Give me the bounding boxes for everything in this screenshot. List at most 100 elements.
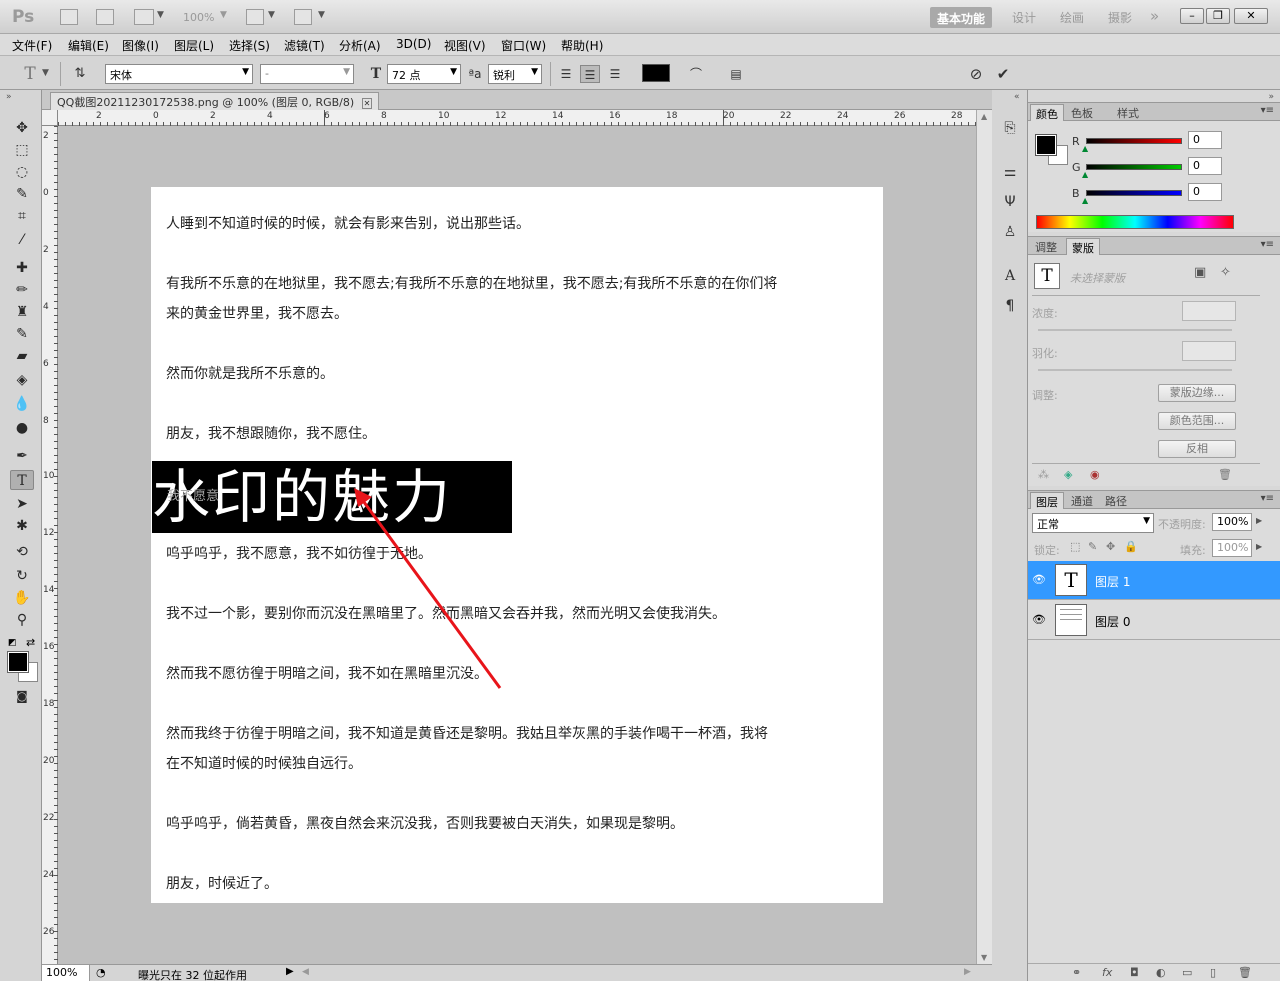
- vertical-scrollbar[interactable]: ▲ ▼: [976, 110, 992, 964]
- eyedropper-tool-icon[interactable]: ⁄: [10, 230, 34, 250]
- arrange-chevron-icon[interactable]: ▼: [268, 10, 275, 20]
- panel-menu-icon[interactable]: ▾≡: [1261, 105, 1274, 116]
- status-menu-icon[interactable]: ▶: [286, 966, 294, 977]
- character-panel-icon[interactable]: A: [1000, 266, 1020, 286]
- lock-all-icon[interactable]: 🔒: [1124, 540, 1138, 553]
- ruler-origin[interactable]: [42, 110, 58, 126]
- fill-input[interactable]: 100%: [1212, 539, 1252, 557]
- spot-healing-tool-icon[interactable]: ✚: [10, 258, 34, 278]
- density-input[interactable]: [1182, 301, 1236, 321]
- scroll-down-icon[interactable]: ▼: [981, 953, 987, 962]
- menu-file[interactable]: 文件(F): [12, 37, 52, 54]
- slider-handle-icon[interactable]: ▲: [1082, 170, 1088, 179]
- align-right-icon[interactable]: ☰: [605, 65, 625, 83]
- brushes-panel-icon[interactable]: Ψ: [1000, 192, 1020, 212]
- menu-image[interactable]: 图像(I): [122, 37, 159, 54]
- workspace-design-button[interactable]: 设计: [1012, 7, 1036, 28]
- more-workspaces-icon[interactable]: »: [1150, 5, 1159, 26]
- new-layer-icon[interactable]: ▯: [1210, 966, 1216, 979]
- screen-mode-icon[interactable]: [294, 9, 312, 25]
- zoom-level[interactable]: 100%: [183, 11, 214, 24]
- opacity-slider-icon[interactable]: ▶: [1256, 516, 1262, 525]
- color-spectrum-bar[interactable]: [1036, 215, 1234, 229]
- document-tab[interactable]: QQ截图20211230172538.png @ 100% (图层 0, RGB…: [50, 92, 380, 110]
- clone-stamp-tool-icon[interactable]: ♜: [10, 302, 34, 322]
- disable-mask-icon[interactable]: ◉: [1090, 468, 1100, 481]
- tab-channels[interactable]: 通道: [1066, 492, 1098, 509]
- feather-input[interactable]: [1182, 341, 1236, 361]
- antialias-select[interactable]: 锐利 ▼: [488, 64, 542, 84]
- status-preview-icon[interactable]: ◔: [96, 966, 106, 979]
- move-tool-icon[interactable]: ✥: [10, 118, 34, 138]
- align-center-icon[interactable]: ☰: [580, 65, 600, 83]
- panel-menu-icon[interactable]: ▾≡: [1261, 493, 1274, 504]
- panel-menu-icon[interactable]: ▾≡: [1261, 239, 1274, 250]
- channel-r-slider[interactable]: [1086, 138, 1182, 144]
- toggle-text-orientation-icon[interactable]: ⇅: [70, 65, 90, 83]
- text-color-swatch[interactable]: [642, 64, 670, 82]
- pen-tool-icon[interactable]: ✒: [10, 446, 34, 466]
- slider-handle-icon[interactable]: ▲: [1082, 144, 1088, 153]
- minimize-button[interactable]: –: [1180, 8, 1204, 24]
- arrange-documents-icon[interactable]: [246, 9, 264, 25]
- mask-edge-button[interactable]: 蒙版边缘...: [1158, 384, 1236, 402]
- menu-view[interactable]: 视图(V): [444, 37, 486, 54]
- warp-text-icon[interactable]: ⌒: [686, 65, 706, 83]
- channel-b-slider[interactable]: [1086, 190, 1182, 196]
- tab-styles[interactable]: 样式: [1112, 104, 1144, 121]
- default-colors-icon[interactable]: ◩: [8, 638, 17, 648]
- expand-dock-icon[interactable]: «: [1014, 92, 1020, 102]
- layer-name[interactable]: 图层 0: [1095, 613, 1130, 630]
- status-zoom-field[interactable]: 100%: [42, 965, 90, 981]
- view-extras-icon[interactable]: [134, 9, 154, 25]
- view-extras-chevron-icon[interactable]: ▼: [157, 10, 164, 20]
- delete-mask-icon[interactable]: 🗑: [1218, 468, 1232, 481]
- eraser-tool-icon[interactable]: ▰: [10, 346, 34, 366]
- clone-source-panel-icon[interactable]: ♙: [1000, 222, 1020, 242]
- history-brush-tool-icon[interactable]: ✎: [10, 324, 34, 344]
- close-button[interactable]: ✕: [1234, 8, 1268, 24]
- align-left-icon[interactable]: ☰: [556, 65, 576, 83]
- tab-color[interactable]: 颜色: [1030, 104, 1064, 121]
- color-fg-swatch[interactable]: [1035, 134, 1057, 156]
- pixel-mask-icon[interactable]: ▣: [1194, 265, 1206, 280]
- 3d-rotate-tool-icon[interactable]: ⟲: [10, 542, 34, 562]
- vector-mask-icon[interactable]: ✧: [1220, 265, 1231, 280]
- invert-button[interactable]: 反相: [1158, 440, 1236, 458]
- cancel-edits-icon[interactable]: ⊘: [966, 65, 986, 83]
- new-group-icon[interactable]: ▭: [1182, 966, 1192, 979]
- layer-row-0[interactable]: 👁 图层 0: [1028, 601, 1280, 640]
- brush-presets-panel-icon[interactable]: ⚌: [1000, 162, 1020, 182]
- workspace-photography-button[interactable]: 摄影: [1108, 7, 1132, 28]
- tab-adjustments[interactable]: 调整: [1030, 238, 1062, 255]
- menu-filter[interactable]: 滤镜(T): [284, 37, 325, 54]
- menu-window[interactable]: 窗口(W): [501, 37, 546, 54]
- restore-button[interactable]: ❐: [1206, 8, 1230, 24]
- font-size-select[interactable]: 72 点 ▼: [387, 64, 461, 84]
- tab-paths[interactable]: 路径: [1100, 492, 1132, 509]
- workspace-painting-button[interactable]: 绘画: [1060, 7, 1084, 28]
- paint-bucket-tool-icon[interactable]: ◈: [10, 370, 34, 390]
- layer-style-icon[interactable]: fx: [1102, 966, 1112, 979]
- character-panel-icon[interactable]: ▤: [726, 65, 746, 83]
- 3d-orbit-tool-icon[interactable]: ↻: [10, 566, 34, 586]
- menu-help[interactable]: 帮助(H): [561, 37, 603, 54]
- bridge-icon[interactable]: [60, 9, 78, 25]
- paragraph-panel-icon[interactable]: ¶: [1000, 296, 1020, 316]
- load-selection-icon[interactable]: ⁂: [1038, 468, 1049, 481]
- swap-colors-icon[interactable]: ⇄: [26, 636, 35, 649]
- lasso-tool-icon[interactable]: ◌: [10, 162, 34, 182]
- add-mask-icon[interactable]: ◘: [1130, 966, 1139, 979]
- menu-edit[interactable]: 编辑(E): [68, 37, 109, 54]
- hscroll-left-icon[interactable]: ◀: [302, 967, 309, 977]
- lock-image-icon[interactable]: ✎: [1088, 540, 1097, 553]
- vertical-ruler[interactable]: 2 0 2 4 6 8 10 12 14 16 18 20 22 24 26: [42, 126, 58, 964]
- tab-masks[interactable]: 蒙版: [1066, 238, 1100, 255]
- type-tool-icon[interactable]: T: [10, 470, 34, 490]
- menu-3d[interactable]: 3D(D): [396, 37, 431, 51]
- collapse-icon[interactable]: »: [6, 92, 12, 102]
- close-tab-icon[interactable]: ✕: [361, 98, 373, 109]
- mini-bridge-icon[interactable]: [96, 9, 114, 25]
- menu-analysis[interactable]: 分析(A): [339, 37, 381, 54]
- adjustment-layer-icon[interactable]: ◐: [1156, 966, 1166, 979]
